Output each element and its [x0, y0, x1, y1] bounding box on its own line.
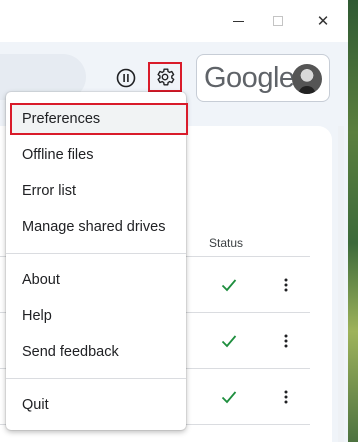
scrollbar[interactable]	[338, 126, 344, 442]
more-vert-icon[interactable]	[278, 332, 294, 350]
gear-icon	[157, 68, 175, 86]
menu-item-offline-files[interactable]: Offline files	[6, 140, 186, 170]
menu-separator	[6, 253, 186, 254]
close-icon: ✕	[316, 13, 330, 30]
more-vert-icon[interactable]	[278, 276, 294, 294]
pause-sync-button[interactable]	[114, 66, 138, 90]
account-switcher[interactable]: Google	[196, 54, 330, 102]
title-bar: ✕	[0, 0, 348, 42]
menu-separator	[6, 378, 186, 379]
menu-item-preferences[interactable]: Preferences	[10, 103, 188, 135]
minimize-button[interactable]	[226, 10, 250, 32]
minimize-icon	[232, 20, 244, 22]
settings-menu: Preferences Offline files Error list Man…	[6, 92, 188, 430]
check-icon	[220, 276, 238, 294]
menu-item-manage-shared-drives[interactable]: Manage shared drives	[6, 212, 186, 242]
pause-icon	[116, 68, 136, 88]
check-icon	[220, 388, 238, 406]
menu-item-quit[interactable]: Quit	[6, 390, 186, 420]
avatar[interactable]	[292, 64, 322, 94]
check-icon	[220, 332, 238, 350]
menu-item-about[interactable]: About	[6, 265, 186, 295]
maximize-icon	[273, 16, 283, 26]
menu-item-send-feedback[interactable]: Send feedback	[6, 337, 186, 367]
status-column-header[interactable]: Status	[209, 236, 243, 250]
menu-item-help[interactable]: Help	[6, 301, 186, 331]
close-button[interactable]: ✕	[311, 10, 335, 32]
menu-item-error-list[interactable]: Error list	[6, 176, 186, 206]
google-logo: Google	[204, 61, 295, 94]
maximize-button[interactable]	[266, 10, 290, 32]
more-vert-icon[interactable]	[278, 388, 294, 406]
settings-button[interactable]	[148, 62, 182, 92]
